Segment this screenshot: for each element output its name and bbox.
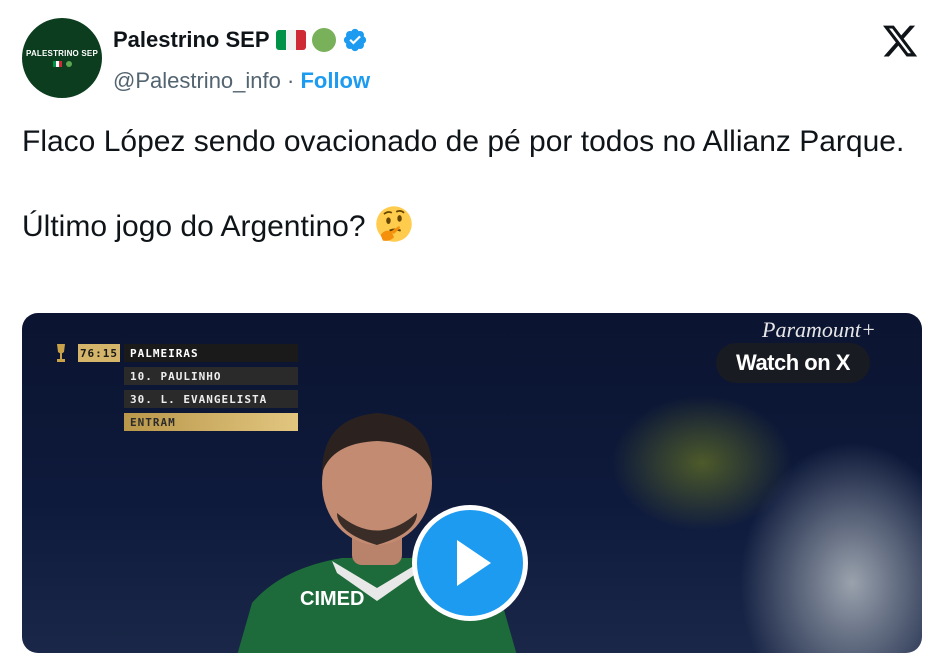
video-player[interactable]: CIMED 76:15 PALMEIRAS 10. PAULINHO 30. L… <box>22 313 922 653</box>
avatar[interactable]: PALESTRINO SEP <box>22 18 102 98</box>
verified-badge-icon <box>343 28 366 52</box>
scoreboard-team: PALMEIRAS <box>124 344 298 362</box>
tweet-line-1: Flaco López sendo ovacionado de pé por t… <box>22 125 905 158</box>
play-icon <box>457 540 491 586</box>
italy-flag-icon <box>275 30 306 50</box>
jersey-sponsor: CIMED <box>300 588 364 610</box>
avatar-flags <box>52 61 72 67</box>
thinking-face-icon <box>375 206 412 242</box>
video-media[interactable]: CIMED 76:15 PALMEIRAS 10. PAULINHO 30. L… <box>22 313 922 653</box>
author-handle[interactable]: @Palestrino_info <box>113 68 281 93</box>
scoreboard-player: 10. PAULINHO <box>124 367 298 385</box>
scoreboard-status: ENTRAM <box>124 413 298 431</box>
green-circle-icon <box>65 61 72 67</box>
handle-row: @Palestrino_info · Follow <box>113 68 370 94</box>
scoreboard-player: 30. L. EVANGELISTA <box>124 390 298 408</box>
display-name[interactable]: Palestrino SEP <box>113 27 270 53</box>
watch-on-x-button[interactable]: Watch on X <box>716 343 870 383</box>
tweet-line-2-text: Último jogo do Argentino? <box>22 210 366 243</box>
trophy-icon <box>57 344 65 362</box>
avatar-text: PALESTRINO SEP <box>26 49 98 58</box>
separator-dot: · <box>287 68 295 93</box>
tweet-text: Flaco López sendo ovacionado de pé por t… <box>22 124 932 245</box>
author-name-row[interactable]: Palestrino SEP <box>113 27 368 53</box>
x-logo-icon[interactable] <box>880 22 920 60</box>
green-circle-icon <box>311 28 336 52</box>
broadcaster-watermark: Paramount+ <box>762 317 876 342</box>
follow-button[interactable]: Follow <box>300 68 370 93</box>
watch-on-x-label: Watch on X <box>736 350 850 375</box>
scoreboard-time: 76:15 <box>78 344 120 362</box>
play-button[interactable] <box>412 505 528 621</box>
scoreboard: 76:15 PALMEIRAS 10. PAULINHO 30. L. EVAN… <box>57 343 298 435</box>
tweet-line-2: Último jogo do Argentino? <box>22 204 932 245</box>
italy-flag-icon <box>52 61 63 67</box>
